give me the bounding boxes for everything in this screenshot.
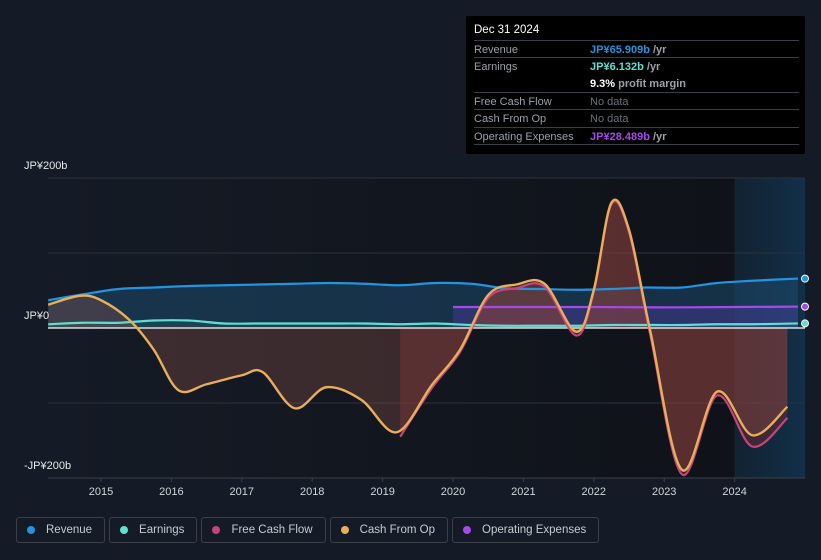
fcf-dot-icon [212,526,221,534]
tooltip-row: Operating Expenses JP¥28.489b /yr [474,126,799,145]
end-marker-earnings [801,319,809,328]
tooltip-row: 9.3% profit margin [474,75,799,92]
x-tick-label: 2015 [89,486,113,498]
opex-dot-icon [463,526,472,534]
tooltip: Dec 31 2024 Revenue JP¥65.909b /yr Earnin… [466,16,805,154]
x-tick-label: 2024 [722,486,746,498]
tooltip-label: Free Cash Flow [474,95,552,108]
legend-label: Revenue [46,524,93,536]
y-tick-label: -JP¥200b [24,460,72,472]
tooltip-value: JP¥6.132b /yr [590,61,661,74]
legend-cash-from-op[interactable]: Cash From Op [329,517,449,543]
y-tick-label: JP¥200b [24,160,68,172]
tooltip-value: JP¥28.489b /yr [590,130,667,143]
tooltip-label: Cash From Op [474,113,547,126]
x-tick-label: 2019 [370,486,394,498]
tooltip-value: 9.3% profit margin [590,77,686,90]
x-tick-label: 2018 [300,486,324,498]
x-tick-label: 2016 [159,486,183,498]
tooltip-value: JP¥65.909b /yr [590,44,667,56]
legend: Revenue Earnings Free Cash Flow Cash Fro… [16,517,600,543]
tooltip-row: Cash From Op No data [474,109,799,127]
x-tick-label: 2021 [511,486,535,498]
legend-label: Operating Expenses [482,524,587,536]
tooltip-label: Earnings [474,61,518,74]
legend-free-cash-flow[interactable]: Free Cash Flow [201,517,326,543]
legend-label: Free Cash Flow [231,524,313,536]
legend-revenue[interactable]: Revenue [16,517,106,543]
tooltip-label: Revenue [474,44,519,56]
earnings-dot-icon [120,526,129,534]
end-marker-revenue [801,274,809,283]
tooltip-date: Dec 31 2024 [474,24,540,36]
tooltip-value: No data [590,95,629,108]
x-tick-label: 2020 [441,486,465,498]
legend-operating-expenses[interactable]: Operating Expenses [452,517,600,543]
tooltip-row: Earnings JP¥6.132b /yr [474,57,799,75]
end-marker-operating-expenses [801,302,809,311]
revenue-dot-icon [27,526,35,534]
x-tick-label: 2023 [652,486,676,498]
legend-label: Earnings [139,524,185,536]
legend-earnings[interactable]: Earnings [109,517,198,543]
x-tick-label: 2017 [230,486,254,498]
tooltip-row: Free Cash Flow No data [474,91,799,110]
x-tick-label: 2022 [582,486,606,498]
y-tick-label: JP¥0 [24,310,50,322]
cfo-dot-icon [340,526,349,534]
tooltip-value: No data [590,113,629,126]
line-operating-expenses [452,305,798,309]
tooltip-row: Revenue JP¥65.909b /yr [474,40,799,58]
tooltip-label: Operating Expenses [474,130,574,143]
legend-label: Cash From Op [359,524,436,536]
